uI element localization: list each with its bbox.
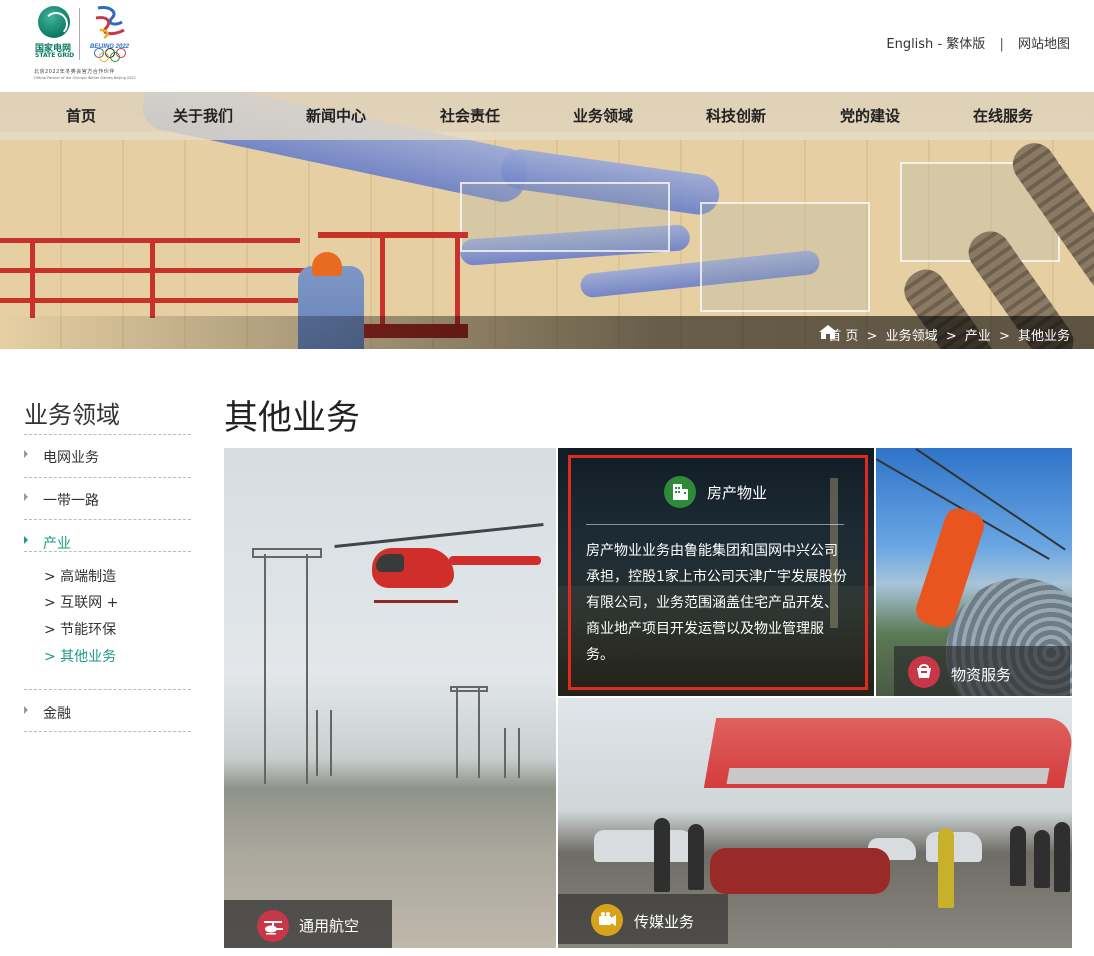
sidebar-item-finance[interactable]: 金融 (24, 703, 191, 723)
tile-media[interactable]: 传媒业务 (558, 698, 1072, 948)
sidebar-subitem-other-business[interactable]: > 其他业务 (44, 646, 116, 666)
sidebar-divider (24, 519, 191, 520)
site-header: 国家电网 STATE GRID BEIJING 2022 北京2022年冬奥会官… (0, 0, 1094, 92)
caret-right-icon (24, 706, 28, 714)
nav-item-online-service[interactable]: 在线服务 (973, 92, 1033, 140)
logo-partner-cn: 北京2022年冬奥会官方合作伙伴 (34, 69, 115, 75)
language-dash: - (937, 37, 943, 52)
breadcrumb-industry[interactable]: 产业 (965, 329, 991, 344)
traditional-chinese-link[interactable]: 繁体版 (946, 37, 985, 52)
nav-item-about[interactable]: 关于我们 (173, 92, 233, 140)
link-separator: | (999, 37, 1004, 52)
tile-material-service[interactable]: 物资服务 (876, 448, 1072, 696)
breadcrumb-home[interactable]: 首 页 (828, 329, 858, 344)
tile-general-aviation[interactable]: 通用航空 (224, 448, 556, 948)
page-title: 其他业务 (224, 398, 360, 438)
helicopter-icon (257, 910, 289, 942)
camera-icon (591, 904, 623, 936)
nav-item-innovation[interactable]: 科技创新 (706, 92, 766, 140)
nav-item-news[interactable]: 新闻中心 (306, 92, 366, 140)
main-nav: 首页 关于我们 新闻中心 社会责任 业务领域 科技创新 党的建设 在线服务 (0, 92, 1094, 140)
sidebar-divider (24, 477, 191, 478)
english-link[interactable]: English (886, 37, 933, 52)
sidebar-divider (24, 551, 191, 552)
sidebar-divider (24, 689, 191, 690)
tile-label: 物资服务 (951, 666, 1012, 684)
sidebar-divider (24, 731, 191, 732)
breadcrumb-separator: > (945, 329, 957, 344)
state-grid-globe-icon (38, 6, 70, 38)
sidebar-item-label: 金融 (43, 706, 71, 722)
tile-label: 传媒业务 (634, 913, 695, 931)
basket-icon (908, 656, 940, 688)
breadcrumb-business[interactable]: 业务领域 (886, 329, 938, 344)
sidebar-divider (24, 434, 191, 435)
selection-highlight (568, 455, 868, 690)
nav-item-party-building[interactable]: 党的建设 (840, 92, 900, 140)
breadcrumb: 首 页 > 业务领域 > 产业 > 其他业务 (828, 325, 1070, 344)
sidebar-subitem-energy-saving[interactable]: > 节能环保 (44, 619, 116, 639)
tile-label: 通用航空 (299, 917, 360, 935)
caret-right-icon (24, 536, 28, 544)
sidebar-subitem-internet[interactable]: > 互联网 + (44, 592, 118, 612)
nav-item-business[interactable]: 业务领域 (573, 92, 633, 140)
sidebar-item-label: 产业 (43, 536, 71, 552)
nav-item-home[interactable]: 首页 (66, 92, 96, 140)
sidebar-title: 业务领域 (24, 401, 120, 429)
sidebar-item-label: 电网业务 (43, 450, 99, 466)
breadcrumb-current: 其他业务 (1017, 329, 1070, 344)
hero-banner: 首页 关于我们 新闻中心 社会责任 业务领域 科技创新 党的建设 在线服务 首 … (0, 92, 1094, 349)
caret-right-icon (24, 493, 28, 501)
logo-en-text: STATE GRID (35, 52, 75, 59)
sidebar-subitem-high-end-manufacturing[interactable]: > 高端制造 (44, 566, 116, 586)
top-links: English - 繁体版 | 网站地图 (886, 33, 1070, 52)
sidebar-item-label: 一带一路 (43, 493, 99, 509)
logo-divider (79, 8, 80, 60)
sidebar-item-grid-business[interactable]: 电网业务 (24, 447, 191, 467)
sitemap-link[interactable]: 网站地图 (1018, 37, 1070, 52)
breadcrumb-separator: > (866, 329, 878, 344)
olympic-rings-icon (90, 48, 134, 62)
caret-right-icon (24, 450, 28, 458)
breadcrumb-separator: > (998, 329, 1010, 344)
logo-partner-en: Official Partner of the Olympic Winter G… (34, 76, 136, 80)
state-grid-logo[interactable]: 国家电网 STATE GRID BEIJING 2022 北京2022年冬奥会官… (30, 4, 140, 82)
nav-item-social-responsibility[interactable]: 社会责任 (440, 92, 500, 140)
sidebar-item-belt-and-road[interactable]: 一带一路 (24, 490, 191, 510)
sidebar-item-industry[interactable]: 产业 (24, 533, 191, 553)
